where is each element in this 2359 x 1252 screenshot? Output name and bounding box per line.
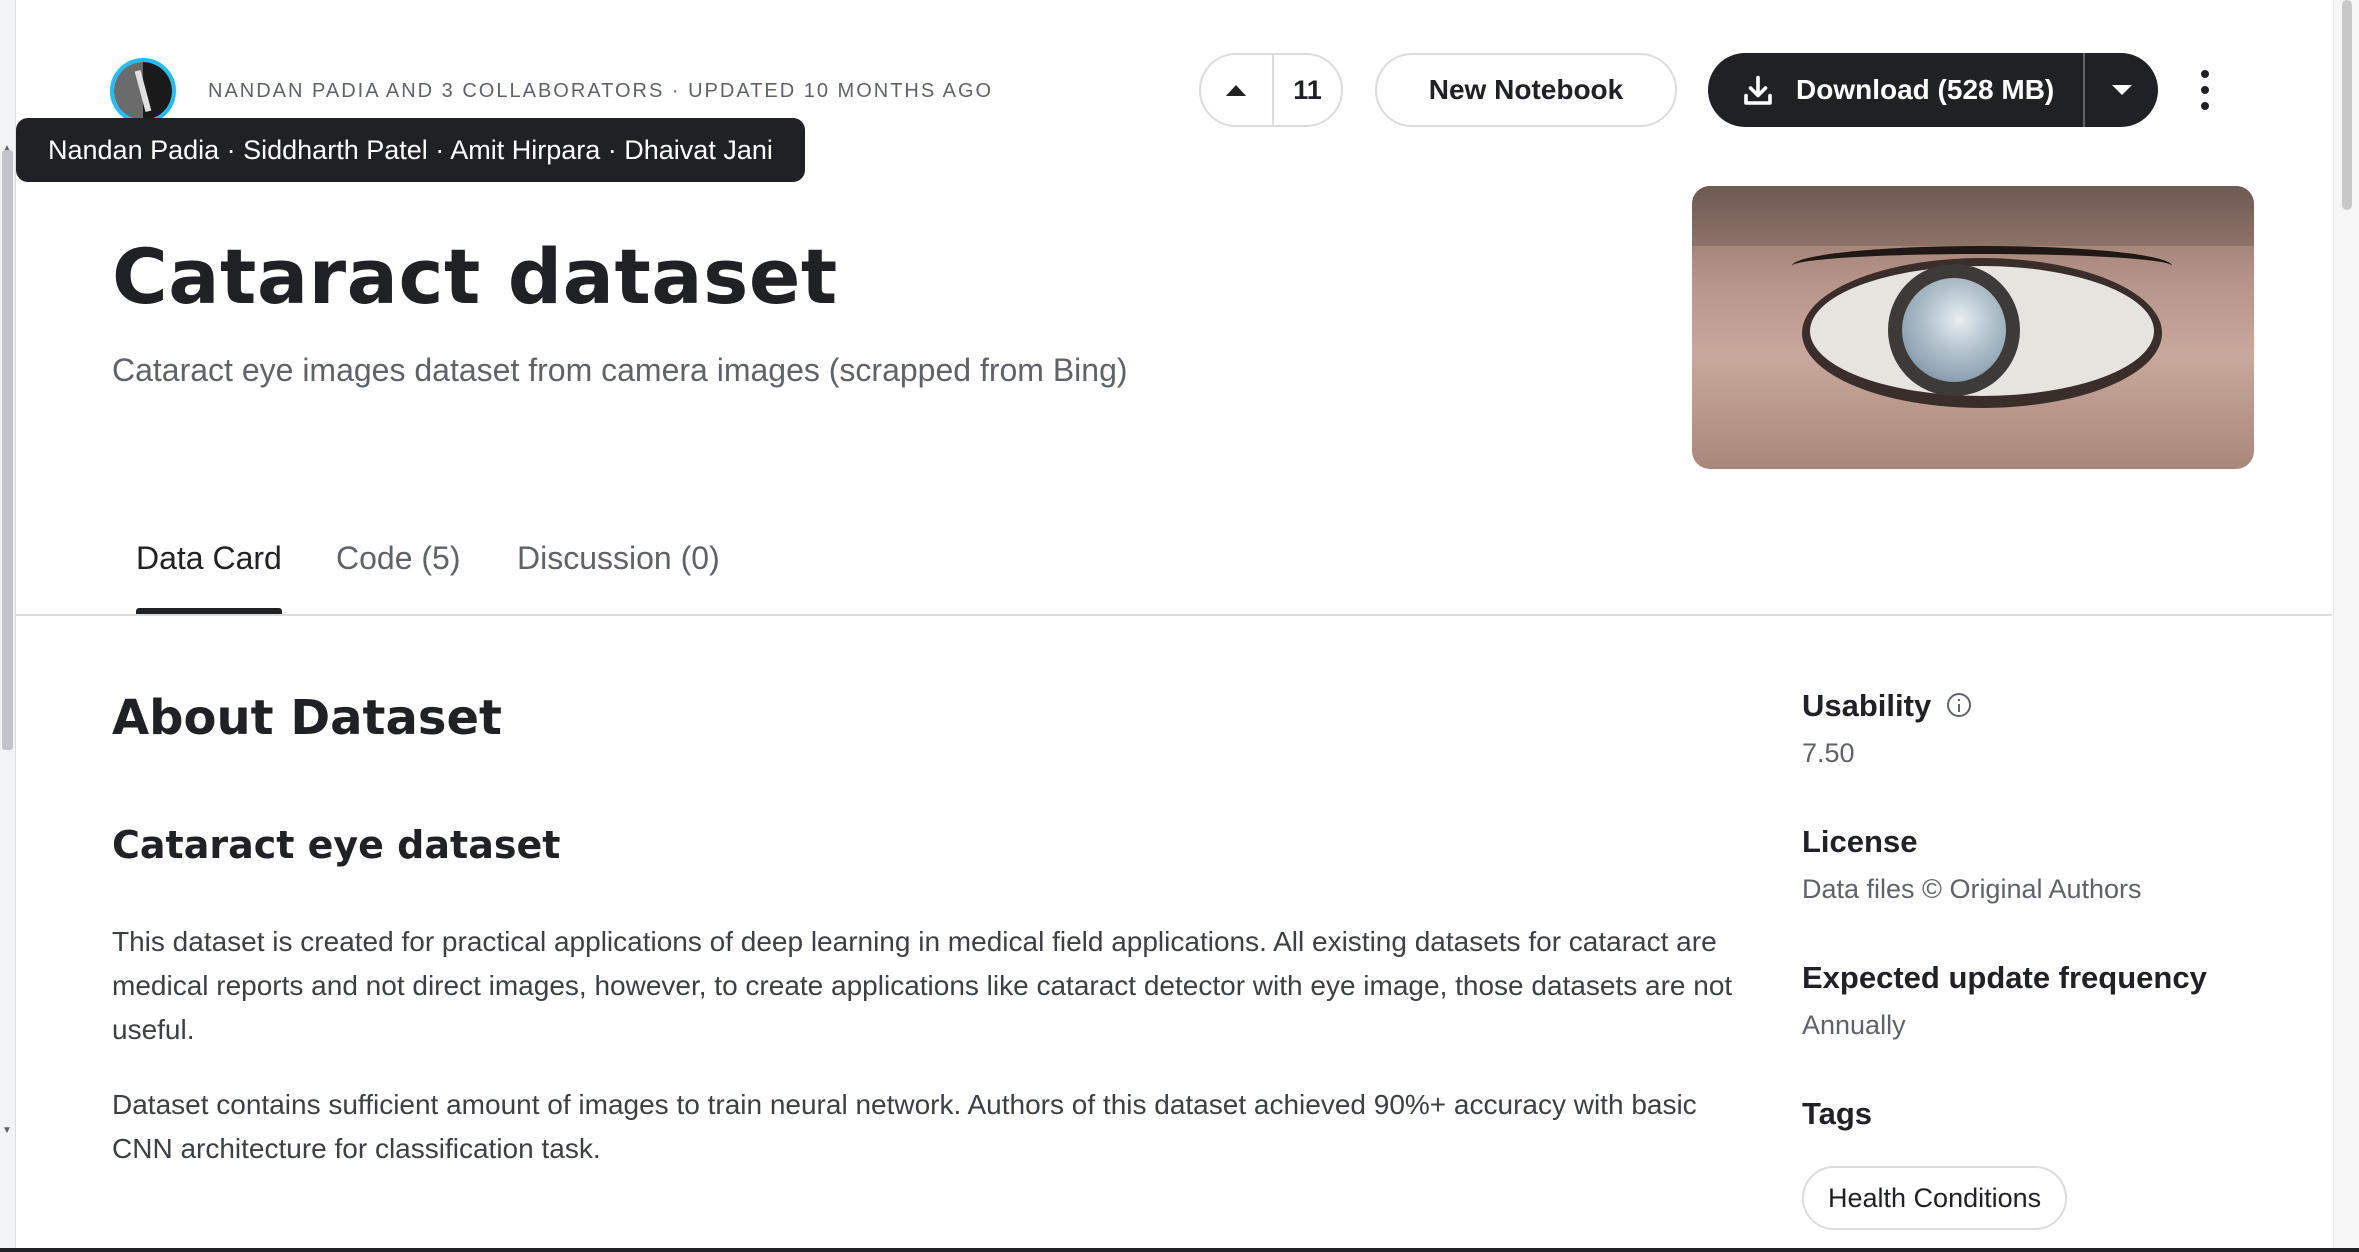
cover-lashes (1792, 246, 2172, 286)
download-icon (1744, 75, 1772, 105)
avatar-ring (114, 62, 172, 120)
license-label: License (1802, 824, 1918, 859)
update-frequency-label: Expected update frequency (1802, 960, 2207, 995)
upvote-arrow-icon (1226, 84, 1246, 96)
download-label: Download (528 MB) (1796, 74, 2055, 105)
page-title: Cataract dataset (112, 232, 838, 321)
upvote-control[interactable]: 11 (1199, 53, 1343, 127)
page-scrollbar-thumb[interactable] (2342, 0, 2352, 210)
collaborators-avatar[interactable] (110, 58, 176, 124)
license-value: Data files © Original Authors (1802, 874, 2142, 904)
dataset-byline[interactable]: Nandan Padia and 3 collaborators · Updat… (208, 80, 993, 103)
description-paragraph: Dataset contains sufficient amount of im… (112, 1089, 1697, 1164)
usability-block: Usability 7.50 (1802, 688, 1972, 769)
tag-chip[interactable]: Health Conditions (1802, 1166, 2068, 1230)
section-heading: Cataract eye dataset (112, 823, 561, 867)
cover-brow (1692, 186, 2254, 246)
download-options-button[interactable] (2085, 53, 2158, 127)
tab-data-card[interactable]: Data Card (136, 540, 282, 614)
page-scrollbar[interactable] (2333, 0, 2359, 1252)
page-subtitle: Cataract eye images dataset from camera … (112, 352, 1128, 388)
info-icon[interactable] (1947, 692, 1972, 717)
dataset-cover-image (1692, 186, 2254, 469)
tab-label: Data Card (136, 540, 282, 576)
license-block: License Data files © Original Authors (1802, 824, 2142, 905)
tab-code[interactable]: Code (5) (336, 540, 461, 614)
tab-label: Discussion (0) (517, 540, 720, 576)
new-notebook-button[interactable]: New Notebook (1375, 53, 1677, 127)
tab-discussion[interactable]: Discussion (0) (517, 540, 720, 614)
tags-label: Tags (1802, 1096, 1873, 1131)
tab-label: Code (5) (336, 540, 461, 576)
kebab-dot (2201, 102, 2209, 110)
update-frequency-block: Expected update frequency Annually (1802, 960, 2207, 1041)
upvote-button[interactable] (1201, 55, 1271, 125)
caret-down-icon (2111, 85, 2132, 95)
description-paragraph: This dataset is created for practical ap… (112, 926, 1733, 1045)
usability-label: Usability (1802, 688, 1972, 724)
download-button-group[interactable]: Download (528 MB) (1708, 53, 2158, 127)
kebab-dot (2201, 86, 2209, 94)
update-frequency-value: Annually (1802, 1010, 1906, 1040)
about-heading: About Dataset (112, 690, 502, 746)
cover-cataract-lens (1902, 278, 2006, 382)
usability-label-text: Usability (1802, 688, 1932, 723)
left-window-edge: ▲ ▼ (0, 0, 16, 1252)
download-button[interactable]: Download (528 MB) (1708, 53, 2083, 127)
window-bottom-edge (0, 1248, 2359, 1252)
scroll-down-icon[interactable]: ▼ (2, 1126, 12, 1136)
left-scrollbar-thumb[interactable] (2, 150, 13, 750)
upvote-count[interactable]: 11 (1274, 55, 1341, 125)
collaborators-tooltip: Nandan Padia · Siddharth Patel · Amit Hi… (16, 118, 805, 182)
tags-block: Tags Health Conditions (1802, 1096, 2068, 1230)
tabs-divider (16, 614, 2332, 616)
usability-value: 7.50 (1802, 738, 1855, 768)
kebab-dot (2201, 70, 2209, 78)
more-vert-icon[interactable] (2190, 70, 2220, 110)
